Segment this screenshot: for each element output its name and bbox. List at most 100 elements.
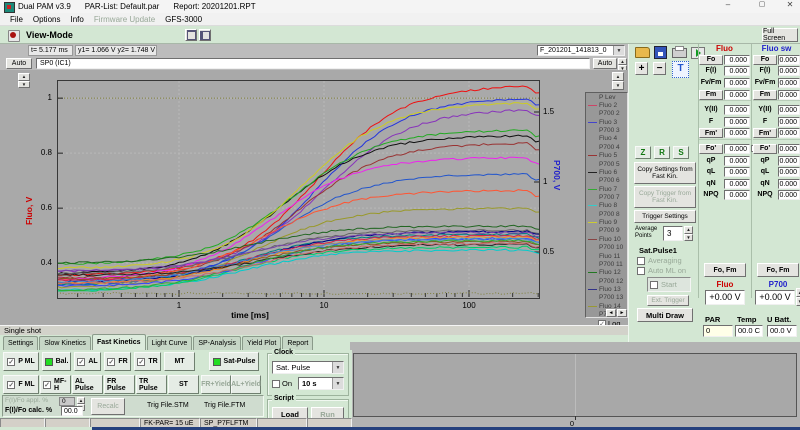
dropdown-arrow-icon[interactable]: ▼ xyxy=(332,378,343,389)
dropdown-arrow-icon[interactable]: ▼ xyxy=(613,46,624,55)
menu-item-info[interactable]: Info xyxy=(70,15,83,24)
clock-on-toggle[interactable]: On xyxy=(272,379,292,388)
auto-ml-toggle[interactable]: Auto ML on xyxy=(637,266,686,275)
menu-item-firmware-update[interactable]: Firmware Update xyxy=(94,15,155,24)
control-button-label: FR+Yield xyxy=(201,381,231,388)
control-al-button[interactable]: ✓AL xyxy=(74,352,101,371)
param-fi-label: F(I) xyxy=(753,66,777,76)
param-fm-button[interactable]: Fm xyxy=(699,90,723,100)
open-file-icon[interactable] xyxy=(635,47,650,58)
param-fm-button[interactable]: Fm' xyxy=(753,128,777,138)
p700-offset-spinner[interactable]: ▲▼ xyxy=(796,288,800,306)
record-file-dropdown[interactable]: F_201201_141813_0▼ xyxy=(537,45,625,56)
tab-report[interactable]: Report xyxy=(282,336,313,350)
control-mf-h-button[interactable]: ✓MF-H xyxy=(40,375,71,394)
tab-light-curve[interactable]: Light Curve xyxy=(147,336,193,350)
zoom-r-button[interactable]: R xyxy=(654,146,670,159)
auto-scale-left-button[interactable]: Auto xyxy=(6,58,32,69)
fifo-appl-spinner[interactable]: ▲▼ xyxy=(77,397,85,406)
menu-item-gfs-3000[interactable]: GFS-3000 xyxy=(165,15,202,24)
average-points-field[interactable]: 3 xyxy=(663,226,683,241)
trigger-settings-button[interactable]: Trigger Settings xyxy=(634,210,696,223)
value-row: Fm'0.000 xyxy=(753,128,800,140)
control-tr-pulse-button[interactable]: TR Pulse xyxy=(136,375,167,394)
menu-item-options[interactable]: Options xyxy=(33,15,61,24)
param-fm-button[interactable]: Fm' xyxy=(699,128,723,138)
trig-file-stm-label[interactable]: Trig File.STM xyxy=(147,402,189,409)
print-icon[interactable] xyxy=(672,48,687,58)
legend-color-dash xyxy=(588,138,597,139)
param-qn-label: qN xyxy=(699,179,723,189)
checkbox-icon: ✓ xyxy=(107,358,115,366)
control-button-label: MF-H xyxy=(54,378,68,392)
control-p-ml-button[interactable]: ✓P ML xyxy=(3,352,39,371)
multi-draw-button[interactable]: Multi Draw xyxy=(637,308,693,322)
start-toggle[interactable]: Start xyxy=(647,277,691,292)
cascade-windows-icon[interactable] xyxy=(199,29,211,41)
param-value-field: 0.000 xyxy=(724,190,750,200)
param-fo-button[interactable]: Fo' xyxy=(699,144,723,154)
param-ql-label: qL xyxy=(753,167,777,177)
tab-yield-plot[interactable]: Yield Plot xyxy=(242,336,281,350)
left-scale-spinner[interactable]: ▲▼ xyxy=(18,73,30,88)
averaging-toggle[interactable]: Averaging xyxy=(637,256,682,265)
control-st-button[interactable]: ST xyxy=(168,375,199,394)
control-al-pulse-button[interactable]: AL Pulse xyxy=(72,375,103,394)
save-file-icon[interactable] xyxy=(654,46,667,59)
control-f-ml-button[interactable]: ✓F ML xyxy=(3,375,39,394)
trig-file-ftm-label[interactable]: Trig File.FTM xyxy=(204,402,245,409)
fluo-offset-field[interactable]: +0.00 V xyxy=(705,290,745,305)
copy-trigger-button[interactable]: Copy Trigger from Fast Kin. xyxy=(634,186,696,208)
control-bal--button[interactable]: Bal. xyxy=(42,352,71,371)
file-spinner[interactable]: ▲▼ xyxy=(618,58,627,69)
tab-sp-analysis[interactable]: SP-Analysis xyxy=(193,336,241,350)
control-fr-pulse-button[interactable]: FR Pulse xyxy=(104,375,135,394)
trace-row: Auto SP0 (IC1) Auto ▲▼ xyxy=(0,57,628,70)
auto-scale-right-button[interactable]: Auto xyxy=(593,58,617,69)
minimize-button[interactable]: – xyxy=(716,0,740,9)
recalc-button[interactable]: Recalc xyxy=(91,398,125,415)
param-fo-button[interactable]: Fo xyxy=(699,55,723,65)
p700-offset-field[interactable]: +0.00 V xyxy=(755,290,795,305)
control-mt-button[interactable]: MT xyxy=(164,352,195,371)
close-button[interactable]: ✕ xyxy=(782,0,798,9)
fifo-calc-label: F(I)/Fo calc. % xyxy=(5,407,52,414)
maximize-button[interactable]: ▢ xyxy=(752,0,772,8)
param-fm-button[interactable]: Fm xyxy=(753,90,777,100)
trace-name-field[interactable]: SP0 (IC1) xyxy=(36,58,590,69)
legend-scroll-left-icon[interactable]: ◄ xyxy=(606,309,616,317)
tile-windows-icon[interactable] xyxy=(185,29,197,41)
dropdown-arrow-icon[interactable]: ▼ xyxy=(332,362,343,373)
param-qn-label: qN xyxy=(753,179,777,189)
zoom-s-button[interactable]: S xyxy=(673,146,689,159)
legend-item: Fluo 12 xyxy=(586,269,627,277)
menu-item-file[interactable]: File xyxy=(10,15,23,24)
param-fo-button[interactable]: Fo xyxy=(753,55,777,65)
record-mode-icon[interactable] xyxy=(8,30,20,42)
legend-scroll-right-icon[interactable]: ► xyxy=(617,309,627,317)
tab-slow-kinetics[interactable]: Slow Kinetics xyxy=(39,336,91,350)
text-tool-button[interactable]: T xyxy=(672,61,689,78)
zoom-out-button[interactable]: − xyxy=(653,62,666,75)
average-points-spinner[interactable]: ▲▼ xyxy=(684,226,693,241)
zoom-in-button[interactable]: + xyxy=(635,62,648,75)
control-al-yield-button[interactable]: AL+Yield xyxy=(231,375,261,394)
clock-mode-dropdown[interactable]: Sat. Pulse▼ xyxy=(272,361,344,374)
full-screen-button[interactable]: Full Screen xyxy=(762,28,798,42)
tab-fast-kinetics[interactable]: Fast Kinetics xyxy=(92,334,146,350)
control-sat-pulse-button[interactable]: Sat-Pulse xyxy=(209,352,259,371)
ext-trigger-button[interactable]: Ext. Trigger xyxy=(647,295,689,306)
copy-settings-button[interactable]: Copy Settings from Fast Kin. xyxy=(634,162,696,184)
zoom-z-button[interactable]: Z xyxy=(635,146,651,159)
control-fr-yield-button[interactable]: FR+Yield xyxy=(201,375,231,394)
tab-settings[interactable]: Settings xyxy=(3,336,38,350)
control-fr-button[interactable]: ✓FR xyxy=(104,352,131,371)
temp-label: Temp xyxy=(737,315,756,324)
param-f-label: F xyxy=(699,117,723,127)
clock-interval-dropdown[interactable]: 10 s▼ xyxy=(298,377,344,390)
right-scale-spinner[interactable]: ▲▼ xyxy=(612,72,624,90)
fo-fm-button-fluo[interactable]: Fo, Fm xyxy=(704,263,746,277)
param-fo-button[interactable]: Fo' xyxy=(753,144,777,154)
control-tr-button[interactable]: ✓TR xyxy=(134,352,161,371)
fo-fm-button-p700[interactable]: Fo, Fm xyxy=(757,263,799,277)
